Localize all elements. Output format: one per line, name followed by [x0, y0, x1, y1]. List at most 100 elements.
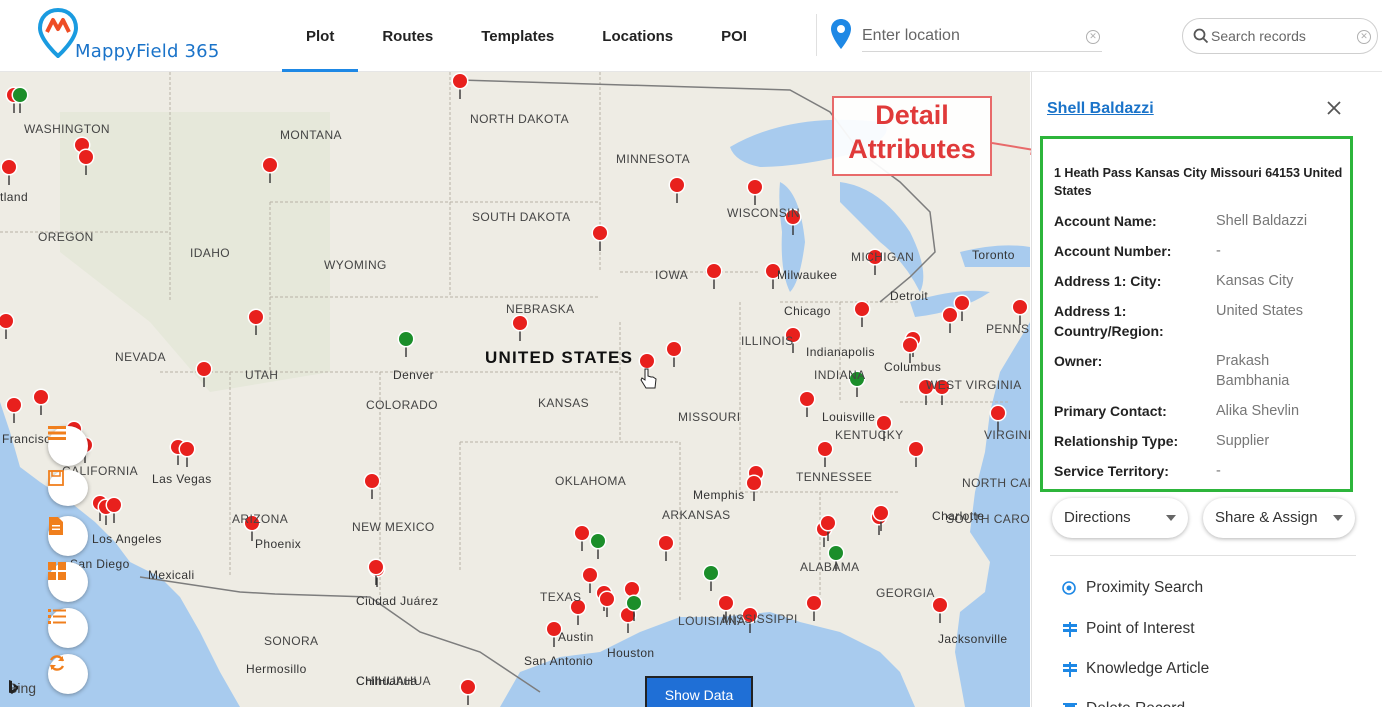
attr-value: Alika Shevlin [1216, 403, 1300, 419]
city-label: Los Angeles [92, 532, 162, 546]
map-pin-icon[interactable] [930, 596, 950, 624]
city-label: Las Vegas [152, 472, 212, 486]
map-pin-icon[interactable] [815, 440, 835, 468]
attr-value: - [1216, 463, 1221, 479]
map-pin-icon[interactable] [177, 440, 197, 468]
map-pin-icon[interactable] [366, 558, 386, 586]
map-pin-icon[interactable] [744, 474, 764, 502]
map-pin-icon[interactable] [818, 514, 838, 542]
map-pin-icon[interactable] [194, 360, 214, 388]
map-pin-icon[interactable] [667, 176, 687, 204]
map-pin-icon[interactable] [624, 594, 644, 622]
map-pin-icon[interactable] [590, 224, 610, 252]
clear-search-icon[interactable]: ✕ [1357, 30, 1371, 44]
map-pin-icon[interactable] [76, 148, 96, 176]
refresh-icon [49, 655, 65, 671]
tab-plot[interactable]: Plot [282, 0, 359, 72]
app-name: MappyField 365 [75, 41, 220, 62]
chevron-down-icon [1166, 515, 1176, 521]
map-pin-icon[interactable] [362, 472, 382, 500]
map-pin-icon[interactable] [704, 262, 724, 290]
attr-label: Account Number: [1054, 243, 1172, 259]
state-label: NEW MEXICO [352, 520, 435, 534]
search-records-box[interactable]: ✕ [1182, 18, 1378, 54]
state-label: WASHINGTON [24, 122, 111, 136]
action-label: Delete Record [1086, 698, 1185, 707]
record-title-link[interactable]: Shell Baldazzi [1047, 100, 1154, 118]
map-pin-icon[interactable] [396, 330, 416, 358]
search-input[interactable] [1211, 25, 1351, 47]
save-icon [48, 470, 64, 486]
clear-location-icon[interactable]: ✕ [1086, 30, 1100, 44]
map-pin-icon[interactable] [940, 306, 960, 334]
state-label: PENNSY [986, 322, 1030, 336]
attr-label: Service Territory: [1054, 463, 1169, 479]
map-pin-icon[interactable] [246, 308, 266, 336]
map-pin-icon[interactable] [450, 72, 470, 100]
map-pin-icon[interactable] [597, 590, 617, 618]
close-icon[interactable] [1324, 98, 1344, 118]
city-label: Houston [607, 646, 655, 660]
city-label: Toronto [972, 248, 1015, 262]
attr-label: Relationship Type: [1054, 433, 1179, 449]
tab-locations[interactable]: Locations [578, 0, 697, 72]
map-pin-icon[interactable] [260, 156, 280, 184]
map-pin-icon[interactable] [745, 178, 765, 206]
city-label: Denver [393, 368, 435, 382]
map-pin-icon[interactable] [871, 504, 891, 532]
state-label: UTAH [245, 368, 279, 382]
city-label: Chihuahua [356, 674, 418, 688]
map-pin-icon[interactable] [104, 496, 124, 524]
tab-templates[interactable]: Templates [457, 0, 578, 72]
map-pin-icon[interactable] [510, 314, 530, 342]
state-label: COLORADO [366, 398, 438, 412]
directions-dropdown[interactable]: Directions [1052, 498, 1188, 538]
map-pin-icon[interactable] [797, 390, 817, 418]
state-label: NORTH CAR [962, 476, 1030, 490]
map-pin-icon[interactable] [10, 86, 30, 114]
save-button[interactable] [48, 470, 88, 506]
show-data-button[interactable]: Show Data [645, 676, 753, 707]
list-view-button[interactable] [48, 426, 88, 466]
city-label: Mexicali [148, 568, 195, 582]
city-label: Louisville [822, 410, 876, 424]
logo-pin-icon [38, 8, 78, 58]
bing-logo-icon [9, 680, 18, 694]
signpost-icon [1063, 662, 1077, 677]
refresh-button[interactable] [48, 654, 88, 694]
state-label: OKLAHOMA [555, 474, 627, 488]
share-assign-label: Share & Assign [1215, 509, 1318, 526]
state-label: ARKANSAS [662, 508, 731, 522]
map-pin-icon[interactable] [0, 312, 16, 340]
city-label: Detroit [890, 289, 929, 303]
map-pin-icon[interactable] [0, 158, 19, 186]
attr-value: Prakash Bambhania [1216, 353, 1290, 389]
tab-routes[interactable]: Routes [358, 0, 457, 72]
location-input[interactable] [862, 20, 1102, 52]
map-pin-icon[interactable] [656, 534, 676, 562]
attr-value: Kansas City [1216, 273, 1294, 289]
panel-divider [1050, 555, 1356, 556]
map-pin-icon[interactable] [852, 300, 872, 328]
city-label: Chicago [784, 304, 831, 318]
state-label: MINNESOTA [616, 152, 691, 166]
map-pin-icon[interactable] [664, 340, 684, 368]
map-pin-icon[interactable] [701, 564, 721, 592]
map-pin-icon[interactable] [4, 396, 24, 424]
country-label: UNITED STATES [485, 348, 634, 367]
state-label: NEBRASKA [506, 302, 575, 316]
app-logo[interactable]: MappyField 365 [38, 8, 238, 64]
document-button[interactable] [48, 516, 88, 556]
map-pin-icon[interactable] [31, 388, 51, 416]
map-pin-icon[interactable] [804, 594, 824, 622]
share-assign-dropdown[interactable]: Share & Assign [1203, 498, 1355, 538]
tab-poi[interactable]: POI [697, 0, 771, 72]
map-pin-icon[interactable] [906, 440, 926, 468]
location-pin-icon [831, 19, 851, 49]
signpost-icon [1063, 622, 1077, 637]
checklist-button[interactable] [48, 608, 88, 648]
map-pin-icon[interactable] [458, 678, 478, 706]
map-pin-icon[interactable] [588, 532, 608, 560]
city-label: Hermosillo [246, 662, 307, 676]
layers-button[interactable] [48, 562, 88, 602]
